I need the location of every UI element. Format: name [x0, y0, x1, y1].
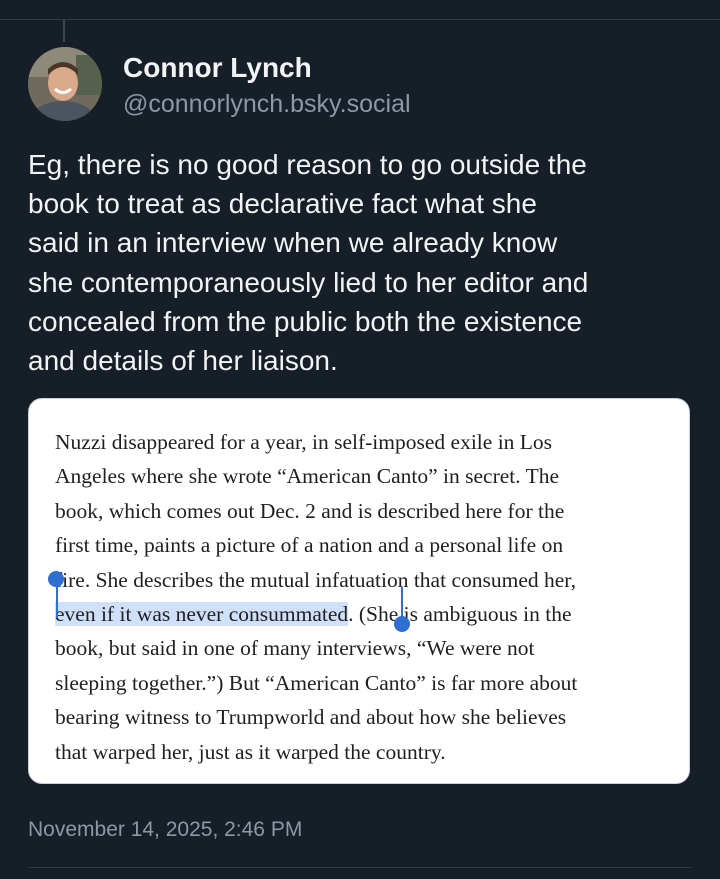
post-timestamp: November 14, 2025, 2:46 PM: [28, 818, 303, 841]
article-line: fire. She describes the mutual infatuati…: [55, 567, 576, 592]
selection-start-bar: [56, 585, 58, 618]
article-line: book, which comes out Dec. 2 and is desc…: [55, 498, 565, 523]
avatar[interactable]: [28, 47, 102, 121]
post-body-text: Eg, there is no good reason to go outsid…: [28, 149, 589, 377]
article-line: bearing witness to Trumpworld and about …: [55, 705, 567, 730]
thread-connector-line: [63, 20, 65, 42]
top-divider: [0, 19, 720, 20]
article-line: sleeping together.”) But “American Canto…: [55, 670, 578, 695]
article-line: book, but said in one of many interviews…: [55, 636, 535, 661]
selected-text-highlight[interactable]: even if it was never consummated: [55, 602, 349, 627]
article-line-rest: . (She is ambiguous in the: [348, 602, 572, 627]
bottom-divider: [28, 867, 692, 868]
quoted-screenshot-card[interactable]: Nuzzi disappeared for a year, in self-im…: [28, 398, 690, 784]
article-line: first time, paints a picture of a nation…: [55, 533, 564, 558]
selection-end-handle[interactable]: [394, 616, 410, 632]
author-handle[interactable]: @connorlynch.bsky.social: [123, 90, 411, 119]
quoted-article-text: Nuzzi disappeared for a year, in self-im…: [55, 425, 685, 769]
article-line: Angeles where she wrote “American Canto”…: [55, 464, 560, 489]
article-line: that warped her, just as it warped the c…: [55, 739, 446, 764]
article-line: Nuzzi disappeared for a year, in self-im…: [55, 430, 553, 454]
article-line-with-selection: even if it was never consummated. (She i…: [55, 597, 685, 631]
author-display-name[interactable]: Connor Lynch: [123, 52, 312, 84]
